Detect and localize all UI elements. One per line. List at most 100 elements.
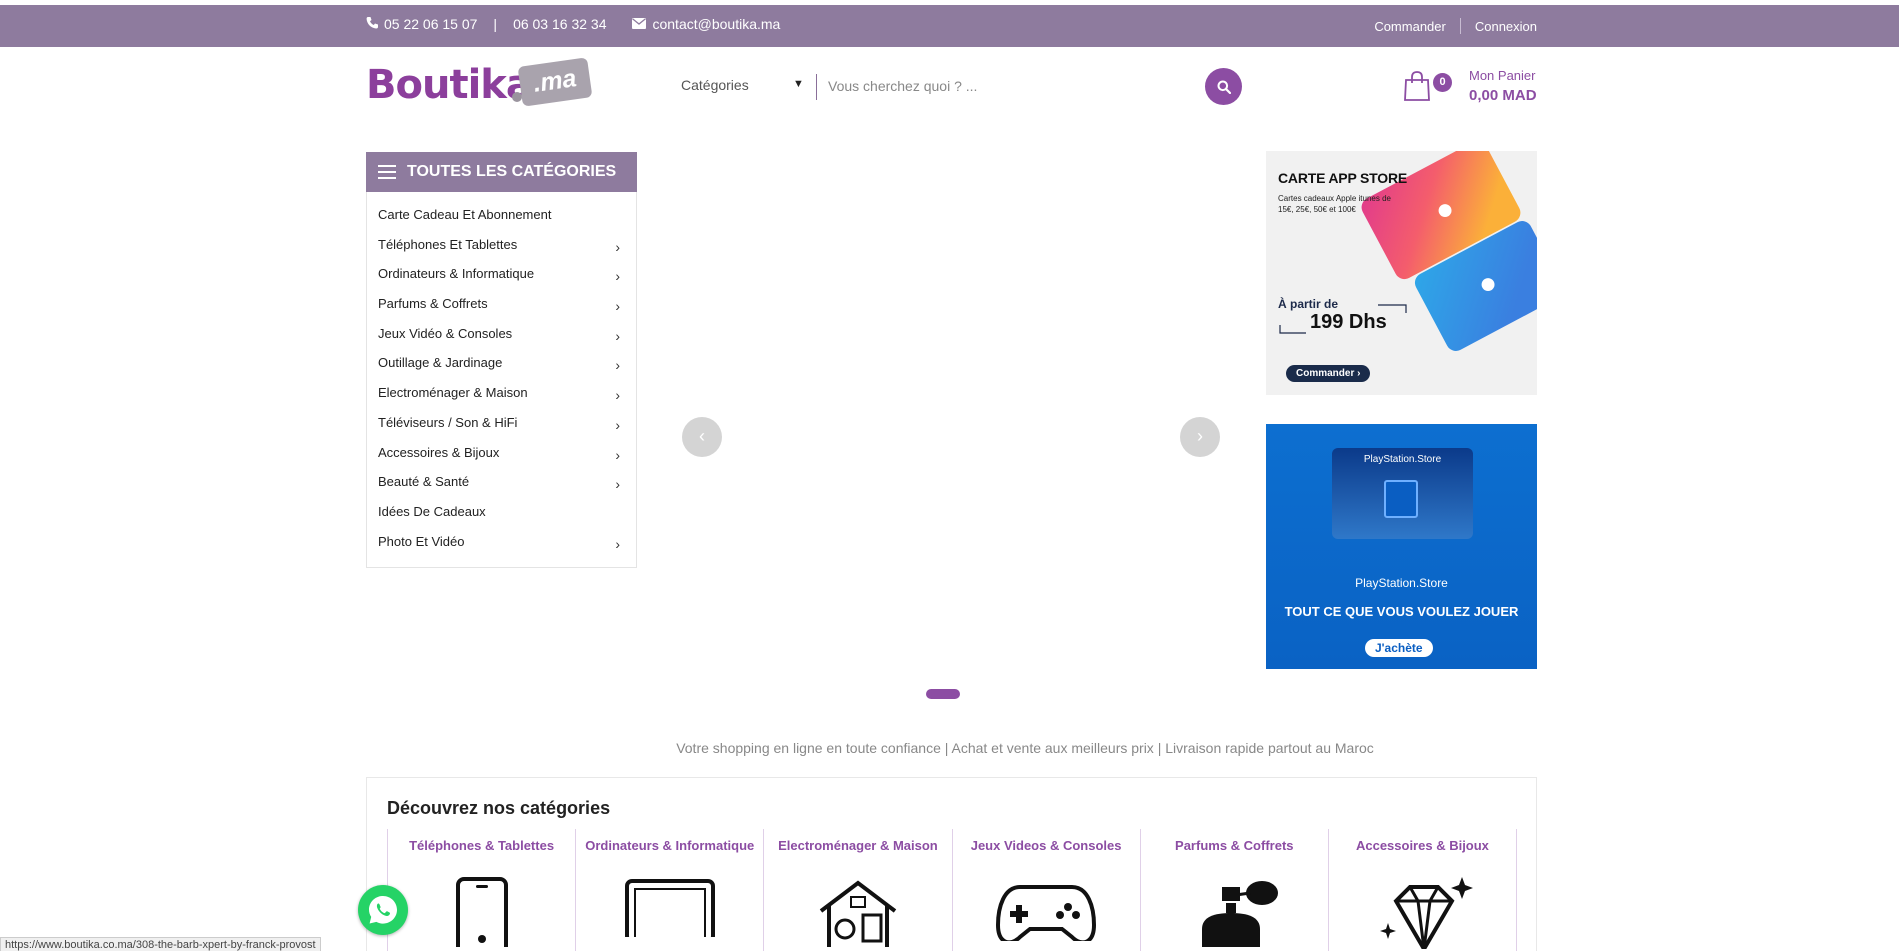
menu-icon	[378, 165, 396, 179]
discover-category-card[interactable]: Ordinateurs & Informatique	[576, 829, 765, 951]
discover-category-card[interactable]: Accessoires & Bijoux	[1329, 829, 1518, 951]
phone-icon	[366, 16, 378, 32]
sidebar-category-label: Jeux Vidéo & Consoles	[378, 325, 513, 341]
connexion-link[interactable]: Connexion	[1475, 19, 1537, 34]
email-link[interactable]: contact@boutika.ma	[652, 16, 780, 32]
discover-section: Découvrez nos catégories Téléphones & Ta…	[366, 777, 1537, 951]
discover-category-label: Téléphones & Tablettes	[409, 838, 555, 853]
site-logo[interactable]: Boutika .ma	[366, 57, 593, 108]
divider	[1459, 18, 1461, 34]
discover-grid: Téléphones & Tablettes Ordinateurs & Info…	[387, 829, 1518, 951]
categories-list: Carte Cadeau Et Abonnement Téléphones Et …	[367, 192, 636, 561]
sidebar-category-label: Parfums & Coffrets	[378, 296, 488, 312]
sidebar-category-label: Idées De Cadeaux	[378, 503, 486, 519]
site-tagline: Votre shopping en ligne en toute confian…	[676, 740, 1374, 756]
phone-number-2[interactable]: 06 03 16 32 34	[513, 16, 606, 32]
laptop-icon	[615, 877, 725, 943]
chevron-right-icon: ›	[615, 446, 620, 463]
chevron-right-icon: ›	[615, 535, 620, 552]
smartphone-icon	[454, 877, 510, 951]
discover-category-label: Electroménager & Maison	[778, 838, 938, 853]
search-input[interactable]	[828, 72, 1198, 100]
sidebar-category-label: Téléphones Et Tablettes	[378, 236, 518, 252]
contact-info: 05 22 06 15 07 | 06 03 16 32 34 contact@…	[366, 16, 780, 32]
sidebar-category-item[interactable]: Carte Cadeau Et Abonnement	[367, 205, 636, 235]
logo-tag: .ma	[517, 57, 593, 107]
banner-button-label: Commander	[1296, 368, 1355, 379]
playstation-store-label: PlayStation.Store	[1355, 576, 1448, 590]
discover-category-label: Ordinateurs & Informatique	[585, 838, 755, 853]
slider-prev-button[interactable]: ‹	[682, 417, 722, 457]
top-bar: 05 22 06 15 07 | 06 03 16 32 34 contact@…	[0, 5, 1899, 47]
search-divider	[816, 74, 817, 100]
gamepad-icon	[994, 877, 1098, 946]
shopping-bag-icon	[1404, 71, 1430, 101]
sidebar-category-item[interactable]: Idées De Cadeaux	[367, 502, 636, 532]
cart-button[interactable]	[1403, 70, 1431, 102]
categories-title: TOUTES LES CATÉGORIES	[407, 163, 617, 180]
sidebar-category-item[interactable]: Parfums & Coffrets ›	[367, 294, 636, 324]
cart-count-badge: 0	[1433, 73, 1452, 92]
diamond-icon	[1370, 877, 1474, 951]
cart-label[interactable]: Mon Panier	[1469, 68, 1535, 83]
banner-subtitle: Cartes cadeaux Apple itunes de 15€, 25€,…	[1278, 194, 1391, 214]
discover-category-card[interactable]: Electroménager & Maison	[764, 829, 953, 951]
chevron-right-icon: ›	[615, 357, 620, 374]
apple-logo-icon: ●	[1436, 193, 1455, 226]
category-select-value: Catégories	[681, 77, 749, 93]
sidebar-category-item[interactable]: Téléphones Et Tablettes ›	[367, 235, 636, 265]
sidebar-category-item[interactable]: Photo Et Vidéo ›	[367, 532, 636, 562]
categories-panel: TOUTES LES CATÉGORIES Carte Cadeau Et Ab…	[366, 152, 637, 568]
sidebar-category-label: Téléviseurs / Son & HiFi	[378, 414, 518, 430]
sidebar-category-item[interactable]: Téléviseurs / Son & HiFi ›	[367, 413, 636, 443]
playstation-banner[interactable]: PlayStation.Store PlayStation.Store TOUT…	[1266, 424, 1537, 669]
separator: |	[493, 16, 498, 32]
phone-number-1[interactable]: 05 22 06 15 07	[384, 16, 477, 32]
sidebar-category-label: Beauté & Santé	[378, 474, 470, 490]
sidebar-category-label: Photo Et Vidéo	[378, 533, 465, 549]
sidebar-category-item[interactable]: Jeux Vidéo & Consoles ›	[367, 324, 636, 354]
playstation-card: PlayStation.Store	[1332, 448, 1473, 539]
apple-logo-icon: ●	[1479, 267, 1498, 300]
sidebar-category-label: Carte Cadeau Et Abonnement	[378, 207, 552, 222]
discover-category-label: Jeux Videos & Consoles	[970, 838, 1122, 853]
appstore-banner[interactable]: ● ● CARTE APP STORE Cartes cadeaux Apple…	[1266, 151, 1537, 395]
chevron-right-icon: ›	[615, 387, 620, 404]
status-bar-url: https://www.boutika.co.ma/308-the-barb-x…	[0, 937, 321, 951]
discover-category-card[interactable]: Jeux Videos & Consoles	[953, 829, 1141, 951]
sidebar-category-label: Accessoires & Bijoux	[378, 444, 500, 460]
banner-commander-button[interactable]: Commander ›	[1286, 365, 1371, 382]
discover-category-label: Parfums & Coffrets	[1175, 838, 1294, 853]
commander-link[interactable]: Commander	[1374, 19, 1446, 34]
sidebar-category-item[interactable]: Electroménager & Maison ›	[367, 383, 636, 413]
playstation-buy-button[interactable]: J'achète	[1365, 639, 1433, 657]
slider-next-button[interactable]: ›	[1180, 417, 1220, 457]
sidebar-category-item[interactable]: Accessoires & Bijoux ›	[367, 443, 636, 473]
discover-category-card[interactable]: Téléphones & Tablettes	[388, 829, 577, 951]
mail-icon	[632, 16, 647, 32]
sidebar-category-label: Outillage & Jardinage	[378, 355, 503, 371]
chevron-right-icon: ›	[1357, 368, 1361, 379]
logo-word: Boutika	[366, 62, 533, 108]
discover-category-card[interactable]: Parfums & Coffrets	[1141, 829, 1329, 951]
categories-header[interactable]: TOUTES LES CATÉGORIES	[366, 152, 637, 192]
category-select[interactable]: Catégories ▼	[681, 77, 804, 93]
chevron-right-icon: ›	[615, 476, 620, 493]
search-icon	[1217, 80, 1231, 94]
discover-category-label: Accessoires & Bijoux	[1355, 838, 1489, 853]
perfume-icon	[1184, 877, 1284, 951]
chevron-right-icon: ›	[615, 327, 620, 344]
whatsapp-button[interactable]	[358, 885, 408, 935]
chevron-right-icon: ›	[615, 268, 620, 285]
caret-down-icon: ▼	[793, 78, 804, 90]
sidebar-category-item[interactable]: Beauté & Santé ›	[367, 472, 636, 502]
account-links: Commander Connexion	[1374, 18, 1537, 34]
search-button[interactable]	[1205, 68, 1242, 105]
chevron-right-icon: ›	[615, 416, 620, 433]
playstation-tagline: TOUT CE QUE VOUS VOULEZ JOUER	[1284, 604, 1519, 619]
cart-total: 0,00 MAD	[1469, 87, 1537, 104]
slider-pagination-dot[interactable]	[926, 689, 960, 699]
sidebar-category-item[interactable]: Ordinateurs & Informatique ›	[367, 264, 636, 294]
whatsapp-icon	[369, 896, 397, 924]
sidebar-category-item[interactable]: Outillage & Jardinage ›	[367, 353, 636, 383]
